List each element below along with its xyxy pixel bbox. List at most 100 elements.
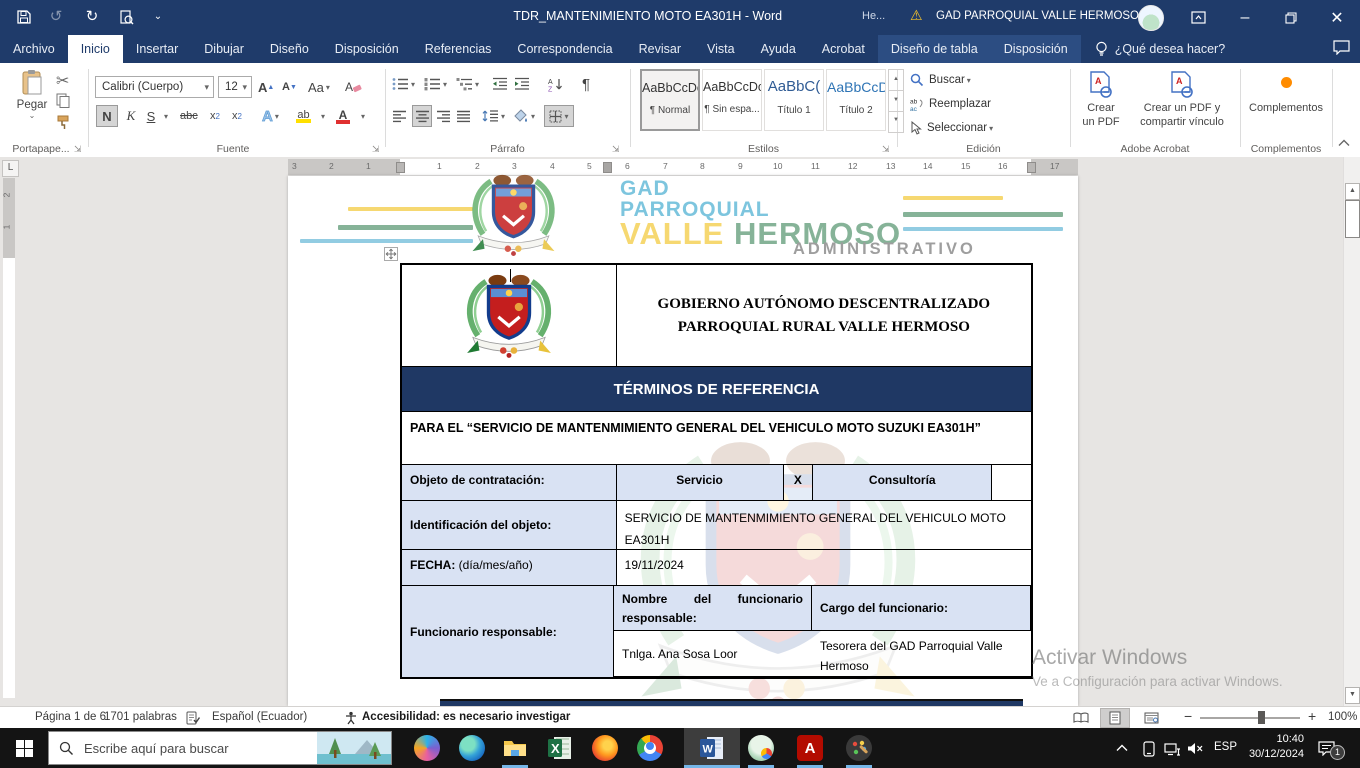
tab-disposicion-tabla[interactable]: Disposición: [991, 35, 1081, 63]
tab-acrobat[interactable]: Acrobat: [809, 35, 878, 63]
proofing-icon[interactable]: [186, 711, 200, 725]
sort-button[interactable]: AZ: [548, 73, 564, 95]
tab-inicio[interactable]: Inicio: [68, 35, 123, 63]
shading-button[interactable]: ▾: [512, 105, 535, 127]
font-size-combobox[interactable]: 12 ▾: [218, 76, 252, 98]
chrome-profile-icon[interactable]: [748, 735, 774, 761]
font-color-dropdown-icon[interactable]: ▾: [356, 105, 368, 127]
vertical-ruler[interactable]: 21: [3, 178, 15, 698]
font-dialog-launcher[interactable]: ⇲: [372, 144, 382, 154]
tab-referencias[interactable]: Referencias: [412, 35, 505, 63]
bullets-button[interactable]: ▾: [392, 73, 415, 95]
keyboard-language[interactable]: ESP: [1214, 741, 1237, 753]
scroll-down-icon[interactable]: ▼: [1345, 687, 1360, 704]
edge-icon[interactable]: [459, 735, 485, 761]
volume-muted-icon[interactable]: [1187, 742, 1203, 755]
styles-more-icon[interactable]: ▼: [888, 112, 904, 133]
highlight-dropdown-icon[interactable]: ▾: [316, 105, 328, 127]
chrome-icon[interactable]: [637, 735, 663, 761]
line-spacing-button[interactable]: ▾: [482, 105, 505, 127]
align-center-button[interactable]: [412, 105, 432, 127]
language-indicator[interactable]: Español (Ecuador): [212, 711, 307, 723]
styles-gallery-scroll[interactable]: ▲ ▼ ▼: [888, 69, 904, 133]
word-count[interactable]: 1701 palabras: [104, 711, 177, 723]
tab-ayuda[interactable]: Ayuda: [748, 35, 809, 63]
right-indent-marker[interactable]: [1027, 162, 1036, 173]
save-icon[interactable]: [12, 7, 36, 27]
accessibility-icon[interactable]: [344, 711, 358, 725]
replace-button[interactable]: abac Reemplazar: [910, 97, 991, 111]
styles-dialog-launcher[interactable]: ⇲: [882, 144, 892, 154]
style-sin-espaciado[interactable]: AaBbCcDc ¶ Sin espa...: [702, 69, 762, 131]
font-family-combobox[interactable]: Calibri (Cuerpo) ▾: [95, 76, 214, 98]
undo-icon[interactable]: ↺: [44, 7, 68, 27]
borders-button[interactable]: ▾: [544, 105, 574, 127]
highlight-color-button[interactable]: ab: [296, 105, 311, 127]
select-button[interactable]: Seleccionar▾: [910, 121, 993, 135]
strikethrough-button[interactable]: abc: [180, 105, 198, 127]
italic-button[interactable]: K: [122, 105, 140, 127]
superscript-button[interactable]: x2: [232, 105, 242, 127]
read-mode-icon[interactable]: [1066, 708, 1096, 728]
tray-expand-icon[interactable]: [1116, 744, 1128, 752]
search-highlight-image[interactable]: [317, 732, 391, 764]
print-layout-icon[interactable]: [1100, 708, 1130, 728]
styles-scroll-up-icon[interactable]: ▲: [888, 69, 904, 91]
first-line-indent-marker[interactable]: [603, 162, 612, 173]
taskbar-search-box[interactable]: Escribe aquí para buscar: [48, 731, 392, 765]
clear-formatting-button[interactable]: A: [344, 76, 362, 98]
paint-app-icon[interactable]: [846, 735, 872, 761]
table-move-handle-icon[interactable]: [384, 247, 398, 261]
tab-diseno[interactable]: Diseño: [257, 35, 322, 63]
copy-icon[interactable]: [56, 93, 70, 108]
signed-in-account[interactable]: GAD PARROQUIAL VALLE HERMOSO: [936, 10, 1139, 22]
grow-font-button[interactable]: A▲: [258, 76, 274, 98]
vertical-scrollbar[interactable]: ▲ ▼: [1343, 157, 1360, 706]
text-effects-button[interactable]: A▾: [262, 105, 279, 127]
scrollbar-thumb[interactable]: [1345, 200, 1360, 238]
zoom-out-button[interactable]: −: [1184, 708, 1192, 724]
horizontal-ruler[interactable]: 3211234567891011121314151617: [288, 159, 1078, 175]
excel-icon[interactable]: X: [547, 735, 573, 761]
account-avatar[interactable]: [1138, 5, 1164, 31]
paragraph-dialog-launcher[interactable]: ⇲: [612, 144, 622, 154]
align-left-button[interactable]: [392, 105, 407, 127]
style-titulo2[interactable]: AaBbCcD Título 2: [826, 69, 886, 131]
customize-qat-icon[interactable]: ⌄: [146, 7, 170, 27]
tell-me-box[interactable]: ¿Qué desea hacer?: [1095, 35, 1226, 63]
decrease-indent-button[interactable]: [492, 73, 508, 95]
ribbon-display-options-icon[interactable]: [1178, 0, 1218, 35]
document-page[interactable]: GAD PARROQUIAL VALLE HERMOSO ADMINISTRAT…: [288, 176, 1078, 706]
close-button[interactable]: ✕: [1314, 0, 1360, 35]
style-titulo1[interactable]: AaBbC( Título 1: [764, 69, 824, 131]
tab-stop-selector[interactable]: L: [2, 160, 19, 177]
minimize-button[interactable]: –: [1222, 0, 1268, 35]
tab-correspondencia[interactable]: Correspondencia: [504, 35, 625, 63]
restore-button[interactable]: [1268, 0, 1314, 35]
tab-diseno-de-tabla[interactable]: Diseño de tabla: [878, 35, 991, 63]
bold-button[interactable]: N: [96, 105, 118, 127]
paste-button[interactable]: Pegar ⌄: [10, 69, 54, 120]
comments-icon[interactable]: [1333, 40, 1350, 55]
multilevel-list-button[interactable]: ▾: [456, 73, 479, 95]
tab-dibujar[interactable]: Dibujar: [191, 35, 257, 63]
accessibility-status[interactable]: Accesibilidad: es necesario investigar: [362, 711, 570, 723]
zoom-slider-thumb[interactable]: [1258, 711, 1265, 724]
create-pdf-button[interactable]: A Crear un PDF: [1076, 71, 1126, 130]
firefox-icon[interactable]: [592, 735, 618, 761]
network-icon[interactable]: [1164, 743, 1181, 756]
scroll-up-icon[interactable]: ▲: [1345, 183, 1360, 200]
copilot-icon[interactable]: [414, 735, 440, 761]
zoom-level[interactable]: 100%: [1328, 711, 1357, 723]
create-pdf-share-button[interactable]: A Crear un PDF y compartir vínculo: [1128, 71, 1236, 130]
tab-vista[interactable]: Vista: [694, 35, 748, 63]
style-normal[interactable]: AaBbCcDc ¶ Normal: [640, 69, 700, 131]
tab-insertar[interactable]: Insertar: [123, 35, 191, 63]
acrobat-reader-icon[interactable]: A: [797, 735, 823, 761]
web-layout-icon[interactable]: [1136, 708, 1166, 728]
show-paragraph-marks-button[interactable]: ¶: [582, 73, 590, 95]
print-preview-icon[interactable]: [114, 7, 138, 27]
redo-icon[interactable]: ↻: [80, 7, 104, 27]
styles-scroll-down-icon[interactable]: ▼: [888, 91, 904, 112]
numbering-button[interactable]: ▾: [424, 73, 447, 95]
